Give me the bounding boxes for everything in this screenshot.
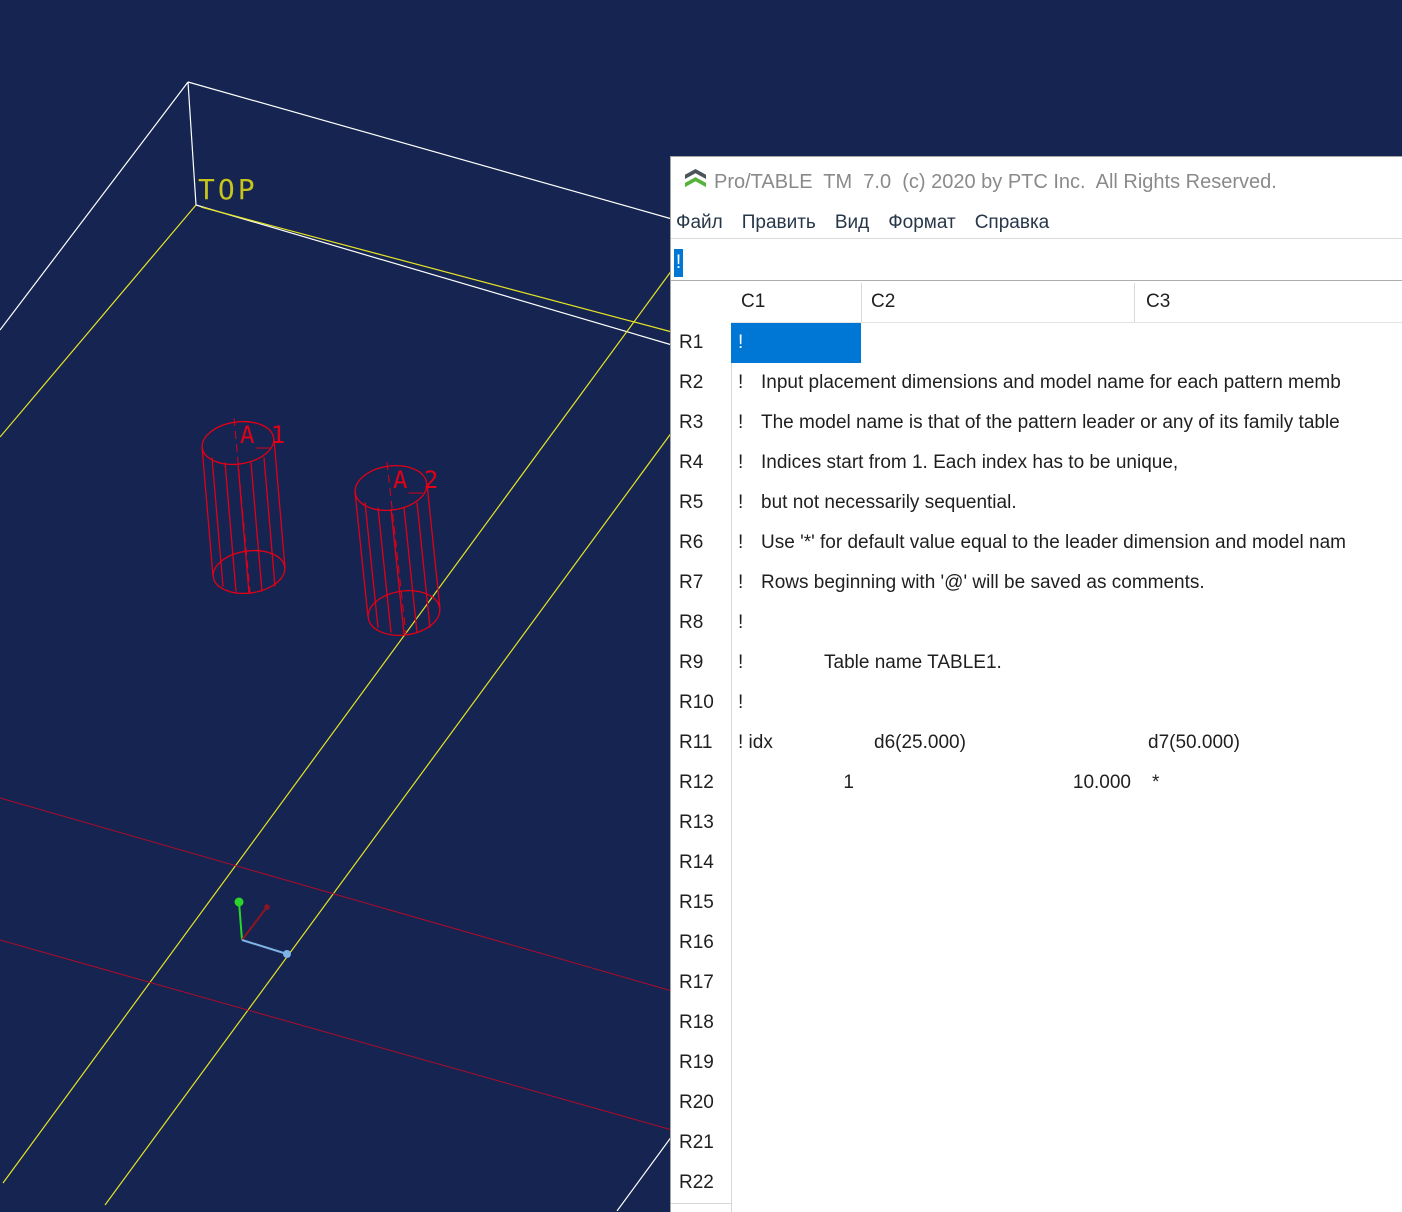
- csys-blue-axis: [241, 939, 291, 958]
- plate-edges-yellow[interactable]: [0, 204, 673, 1206]
- cell-text: d6(25.000): [874, 732, 966, 753]
- formula-cursor[interactable]: !: [674, 249, 683, 277]
- menu-item-format[interactable]: Формат: [888, 212, 956, 234]
- cell-text: Input placement dimensions and model nam…: [761, 372, 1341, 393]
- table-row-R3[interactable]: ! The model name is that of the pattern l…: [671, 403, 1402, 443]
- axis-label-a1[interactable]: A_1: [240, 421, 286, 449]
- row-separator: [671, 1203, 731, 1204]
- table-row-R9[interactable]: ! Table name TABLE1.: [671, 643, 1402, 683]
- row-header-R13[interactable]: R13: [671, 803, 731, 843]
- column-header-row: C1 C2 C3: [671, 281, 1402, 323]
- column-header-C2[interactable]: C2: [871, 281, 895, 323]
- row-header-R18[interactable]: R18: [671, 1003, 731, 1043]
- menubar: Файл Править Вид Формат Справка: [671, 207, 1402, 239]
- cell-text: 1: [843, 772, 854, 793]
- cell-text: !: [738, 452, 744, 473]
- cell-text: but not necessarily sequential.: [761, 492, 1017, 513]
- column-header-C3[interactable]: C3: [1146, 281, 1170, 323]
- column-separator: [861, 283, 862, 323]
- ptc-logo-icon: [684, 168, 707, 188]
- datum-label-top[interactable]: TOP: [198, 173, 258, 206]
- formula-bar[interactable]: !: [671, 240, 1402, 281]
- cell-text: ! idx: [738, 732, 773, 753]
- cell-text: !: [738, 652, 744, 673]
- row-header-R1[interactable]: R1: [671, 323, 731, 363]
- screen: { "cad": { "labels": { "top_datum": "TOP…: [0, 0, 1402, 1212]
- row-header-R16[interactable]: R16: [671, 923, 731, 963]
- table-row-R2[interactable]: ! Input placement dimensions and model na…: [671, 363, 1402, 403]
- cell-text: !: [738, 492, 744, 513]
- table-row-R4[interactable]: ! Indices start from 1. Each index has to…: [671, 443, 1402, 483]
- row-header-R21[interactable]: R21: [671, 1123, 731, 1163]
- cell-text: !: [738, 612, 744, 633]
- cell-text: !: [738, 692, 744, 713]
- cell-text: !: [738, 532, 744, 553]
- csys-red-axis: [241, 904, 270, 941]
- column-header-C1[interactable]: C1: [741, 281, 765, 323]
- cell-text: *: [1152, 772, 1160, 793]
- cell-text: Use '*' for default value equal to the l…: [761, 532, 1347, 553]
- row-header-R19[interactable]: R19: [671, 1043, 731, 1083]
- axis-label-a2[interactable]: A_2: [393, 466, 439, 494]
- table-row-R6[interactable]: ! Use '*' for default value equal to the …: [671, 523, 1402, 563]
- cell-text: Table name TABLE1.: [824, 652, 1002, 673]
- cell-text: Indices start from 1. Each index has to …: [761, 452, 1179, 473]
- cell-text: Rows beginning with '@' will be saved as…: [761, 572, 1205, 593]
- row-header-R20[interactable]: R20: [671, 1083, 731, 1123]
- table-row-R11[interactable]: ! idx d6(25.000) d7(50.000): [671, 723, 1402, 763]
- row-header-R14[interactable]: R14: [671, 843, 731, 883]
- row-header-R17[interactable]: R17: [671, 963, 731, 1003]
- datum-lines-crimson[interactable]: [0, 797, 673, 1131]
- table-row-R7[interactable]: ! Rows beginning with '@' will be saved a…: [671, 563, 1402, 603]
- cell-text: !: [738, 572, 744, 593]
- cell-text: 10.000: [1072, 772, 1131, 793]
- menu-item-edit[interactable]: Править: [742, 212, 816, 234]
- cell-text: The model name is that of the pattern le…: [761, 412, 1340, 433]
- table-row-R8[interactable]: !: [671, 603, 1402, 643]
- table-row-R5[interactable]: ! but not necessarily sequential.: [671, 483, 1402, 523]
- csys-green-axis: [234, 897, 244, 941]
- menu-item-view[interactable]: Вид: [835, 212, 869, 234]
- table-row-R12[interactable]: 1 10.000 *: [671, 763, 1402, 803]
- menu-item-help[interactable]: Справка: [975, 212, 1050, 234]
- cell-text: !: [738, 372, 744, 393]
- table-row-R10[interactable]: !: [671, 683, 1402, 723]
- menu-item-file[interactable]: Файл: [676, 212, 723, 234]
- row-header-R22[interactable]: R22: [671, 1163, 731, 1203]
- title-bar[interactable]: Pro/TABLE TM 7.0 (c) 2020 by PTC Inc. Al…: [671, 157, 1402, 207]
- window-title: Pro/TABLE TM 7.0 (c) 2020 by PTC Inc. Al…: [714, 171, 1277, 193]
- plate-edges-white[interactable]: [0, 81, 673, 1211]
- cell-text: d7(50.000): [1148, 732, 1240, 753]
- cell-text: !: [738, 412, 744, 433]
- row-header-R15[interactable]: R15: [671, 883, 731, 923]
- protable-window: Pro/TABLE TM 7.0 (c) 2020 by PTC Inc. Al…: [670, 156, 1402, 1212]
- column-separator: [1134, 283, 1135, 323]
- csys-triad[interactable]: [234, 897, 292, 959]
- selected-cell[interactable]: !: [731, 323, 861, 363]
